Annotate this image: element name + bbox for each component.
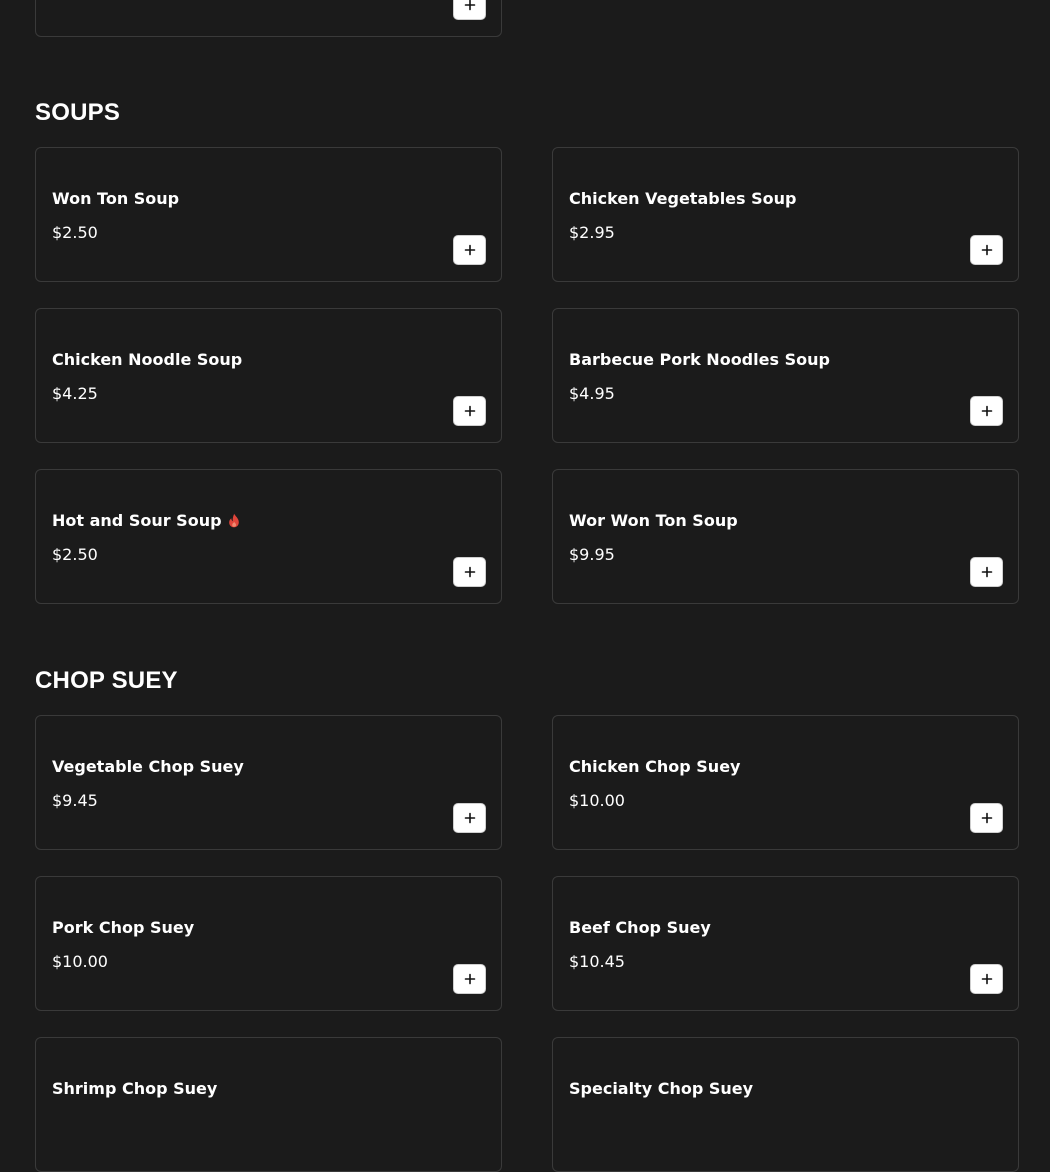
plus-icon (981, 973, 992, 985)
menu-item-price: $9.45 (52, 791, 98, 810)
section-title-chop-suey: CHOP SUEY (35, 667, 178, 694)
plus-icon (464, 0, 475, 11)
add-to-cart-button[interactable] (970, 964, 1003, 994)
plus-icon (464, 973, 475, 985)
menu-item-card[interactable]: Hot and Sour Soup $2.50 (35, 469, 502, 604)
menu-item-price: $2.95 (569, 223, 615, 242)
menu-item-card[interactable]: Chicken Chop Suey $10.00 (552, 715, 1019, 850)
menu-item-name: Vegetable Chop Suey (52, 757, 244, 776)
add-to-cart-button[interactable] (453, 803, 486, 833)
plus-icon (464, 405, 475, 417)
plus-icon (464, 566, 475, 578)
menu-item-price: $4.95 (569, 384, 615, 403)
menu-item-card[interactable]: Wor Won Ton Soup $9.95 (552, 469, 1019, 604)
menu-item-name: Hot and Sour Soup (52, 511, 240, 530)
plus-icon (981, 812, 992, 824)
menu-item-name: Barbecue Pork Noodles Soup (569, 350, 830, 369)
menu-item-price: $10.00 (569, 791, 625, 810)
add-to-cart-button[interactable] (970, 557, 1003, 587)
menu-item-price: $10.45 (569, 952, 625, 971)
menu-item-name: Won Ton Soup (52, 189, 180, 208)
add-to-cart-button[interactable] (970, 803, 1003, 833)
plus-icon (464, 244, 475, 256)
menu-item-card[interactable]: Specialty Chop Suey (552, 1037, 1019, 1172)
menu-item-card[interactable]: Barbecue Pork Noodles Soup $4.95 (552, 308, 1019, 443)
flame-icon (228, 513, 240, 528)
add-to-cart-button[interactable] (970, 396, 1003, 426)
menu-item-price: $10.00 (52, 952, 108, 971)
menu-item-card[interactable]: Chicken Noodle Soup $4.25 (35, 308, 502, 443)
plus-icon (981, 405, 992, 417)
add-to-cart-button[interactable] (453, 235, 486, 265)
section-title-soups: SOUPS (35, 99, 121, 126)
menu-item-name: Chicken Chop Suey (569, 757, 741, 776)
menu-item-price: $2.50 (52, 223, 98, 242)
menu-item-name: Shrimp Chop Suey (52, 1079, 218, 1098)
menu-item-price: $2.50 (52, 545, 98, 564)
menu-item-card[interactable]: Chicken Vegetables Soup $2.95 (552, 147, 1019, 282)
add-to-cart-button[interactable] (453, 964, 486, 994)
add-to-cart-button[interactable] (453, 396, 486, 426)
menu-item-name: Pork Chop Suey (52, 918, 195, 937)
menu-item-card[interactable] (35, 0, 502, 37)
menu-item-card[interactable]: Shrimp Chop Suey (35, 1037, 502, 1172)
menu-item-name: Specialty Chop Suey (569, 1079, 754, 1098)
plus-icon (981, 244, 992, 256)
menu-item-card[interactable]: Won Ton Soup $2.50 (35, 147, 502, 282)
menu-item-name: Beef Chop Suey (569, 918, 711, 937)
plus-icon (981, 566, 992, 578)
menu-item-card[interactable]: Beef Chop Suey $10.45 (552, 876, 1019, 1011)
add-to-cart-button[interactable] (453, 0, 486, 20)
menu-item-price: $9.95 (569, 545, 615, 564)
plus-icon (464, 812, 475, 824)
menu-item-card[interactable]: Vegetable Chop Suey $9.45 (35, 715, 502, 850)
menu-item-name: Chicken Vegetables Soup (569, 189, 797, 208)
menu-item-name: Chicken Noodle Soup (52, 350, 243, 369)
add-to-cart-button[interactable] (453, 557, 486, 587)
menu-item-name: Wor Won Ton Soup (569, 511, 738, 530)
menu-item-price: $4.25 (52, 384, 98, 403)
add-to-cart-button[interactable] (970, 235, 1003, 265)
menu-item-card[interactable]: Pork Chop Suey $10.00 (35, 876, 502, 1011)
